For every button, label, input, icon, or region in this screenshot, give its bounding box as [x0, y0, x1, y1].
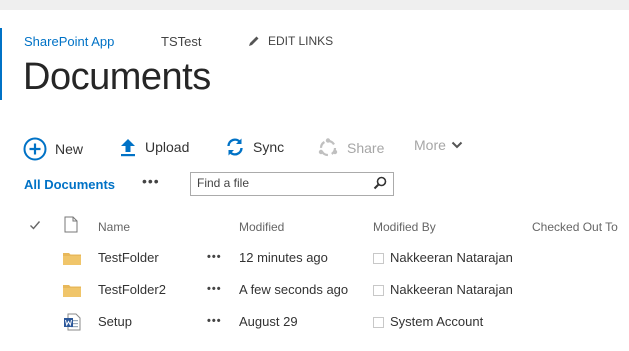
edit-links-label: EDIT LINKS: [268, 34, 334, 48]
document-icon: [64, 216, 78, 233]
word-document-icon: [63, 313, 81, 334]
chevron-down-icon: [451, 141, 463, 149]
presence-indicator: [373, 285, 384, 296]
page-title: Documents: [23, 56, 211, 98]
presence-indicator: [373, 317, 384, 328]
item-modified: A few seconds ago: [239, 282, 349, 297]
upload-icon: [121, 139, 135, 157]
view-ellipsis-button[interactable]: •••: [142, 173, 160, 189]
edit-links-button[interactable]: EDIT LINKS: [248, 34, 333, 48]
item-menu-button[interactable]: •••: [207, 251, 222, 263]
search-icon[interactable]: [373, 176, 387, 190]
sync-button[interactable]: Sync: [225, 137, 284, 157]
sync-label: Sync: [253, 139, 285, 155]
column-header-checked-out-to[interactable]: Checked Out To: [532, 220, 618, 234]
list-header: Name Modified Modified By Checked Out To: [0, 216, 629, 238]
table-row[interactable]: Setup ••• August 29 System Account: [0, 313, 629, 344]
column-header-modified-by[interactable]: Modified By: [373, 220, 436, 234]
item-name[interactable]: Setup: [98, 314, 132, 329]
share-icon: [318, 138, 338, 157]
upload-button[interactable]: Upload: [119, 137, 189, 157]
item-name[interactable]: TestFolder2: [98, 282, 166, 297]
select-all-checkmark[interactable]: [29, 219, 41, 234]
search-input[interactable]: [191, 173, 367, 193]
search-box: [190, 172, 394, 196]
nav-link-sharepoint-app[interactable]: SharePoint App: [24, 34, 114, 49]
presence-indicator: [373, 253, 384, 264]
item-modified-by[interactable]: System Account: [390, 314, 483, 329]
top-strip: [0, 0, 629, 10]
plus-circle-icon: [23, 137, 47, 161]
item-modified: 12 minutes ago: [239, 250, 328, 265]
column-header-name[interactable]: Name: [98, 220, 130, 234]
item-modified-by[interactable]: Nakkeeran Natarajan: [390, 250, 513, 265]
file-type-header[interactable]: [64, 216, 78, 236]
folder-icon: [63, 283, 81, 300]
share-label: Share: [347, 140, 385, 156]
item-modified: August 29: [239, 314, 298, 329]
column-header-modified[interactable]: Modified: [239, 220, 284, 234]
more-label: More: [414, 137, 446, 153]
table-row[interactable]: TestFolder ••• 12 minutes ago Nakkeeran …: [0, 250, 629, 280]
view-all-documents[interactable]: All Documents: [24, 177, 115, 192]
item-modified-by[interactable]: Nakkeeran Natarajan: [390, 282, 513, 297]
item-menu-button[interactable]: •••: [207, 283, 222, 295]
folder-icon: [63, 251, 81, 268]
share-button[interactable]: Share: [317, 137, 384, 159]
table-row[interactable]: TestFolder2 ••• A few seconds ago Nakkee…: [0, 282, 629, 312]
sync-icon: [227, 138, 243, 156]
upload-label: Upload: [145, 139, 190, 155]
view-selector-row: All Documents •••: [24, 172, 624, 198]
checkmark-icon: [30, 221, 41, 230]
accent-bar: [0, 28, 2, 100]
nav-link-site[interactable]: TSTest: [161, 34, 201, 49]
more-button[interactable]: More: [414, 137, 471, 153]
pencil-icon: [249, 36, 259, 46]
new-button[interactable]: New: [23, 137, 83, 161]
item-menu-button[interactable]: •••: [207, 315, 222, 327]
new-label: New: [55, 141, 84, 157]
item-name[interactable]: TestFolder: [98, 250, 159, 265]
